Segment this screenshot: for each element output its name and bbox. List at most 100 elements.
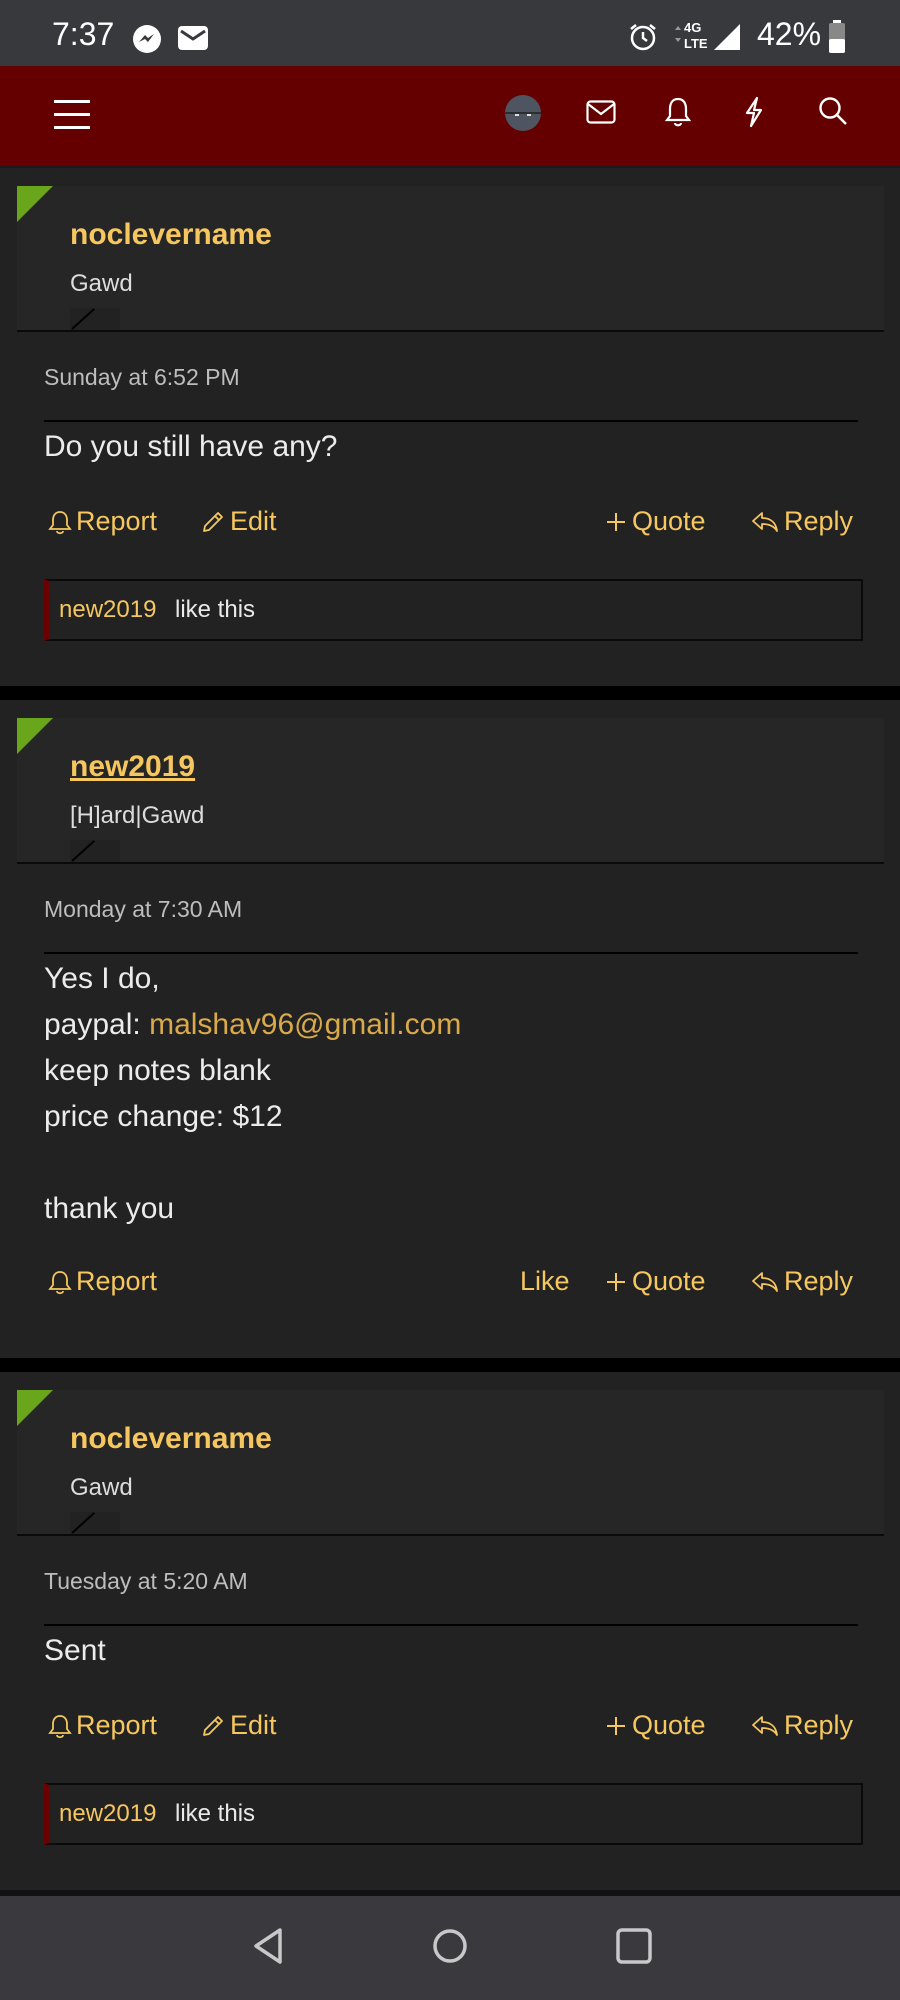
body-line: price change: $12 [44,1100,283,1133]
pencil-icon [200,1713,226,1739]
likes-user[interactable]: new2019 [59,1800,156,1828]
post: noclevername Gawd Sunday at 6:52 PM Do y… [0,168,900,686]
body-blank-line [44,1140,461,1186]
online-corner [17,1390,53,1426]
strip-arrow [70,308,120,330]
post-body: Yes I do, paypal: malshav96@gmail.com ke… [44,956,461,1232]
quote-label: Quote [632,1266,706,1296]
report-label: Report [76,1266,158,1296]
reply-button[interactable]: Reply [750,1266,853,1297]
post: new2019 [H]ard|Gawd Monday at 7:30 AM Ye… [0,700,900,1358]
likes-bar: new2019 like this [44,579,863,641]
recents-icon[interactable] [614,1926,654,1966]
envelope-icon[interactable] [586,100,616,124]
app-header [0,66,900,168]
reply-icon [750,1714,780,1738]
like-label: Like [520,1266,570,1296]
user-info-strip [17,1390,884,1534]
strip-border [17,330,884,332]
battery-percent: 42% [757,16,822,52]
status-bar: 7:37 4G LTE 42% [0,0,900,66]
post-separator [0,1358,900,1372]
body-line: Yes I do, [44,962,160,995]
mail-icon [178,26,208,50]
hamburger-icon[interactable] [52,98,92,132]
body-line: thank you [44,1192,175,1225]
email-link[interactable]: malshav96@gmail.com [149,1008,461,1041]
strip-arrow [70,840,120,862]
home-icon[interactable] [430,1926,470,1966]
strip-arrow [70,1512,120,1534]
post-body: Do you still have any? [44,430,338,463]
battery-icon [828,20,846,54]
bell-icon [48,1713,72,1739]
post: noclevername Gawd Tuesday at 5:20 AM Sen… [0,1372,900,1890]
user-info-strip [17,186,884,330]
strip-border [17,862,884,864]
lightning-icon[interactable] [742,96,766,128]
edit-button[interactable]: Edit [200,506,277,537]
alarm-icon [628,22,658,52]
edit-button[interactable]: Edit [200,1710,277,1741]
reply-icon [750,1270,780,1294]
quote-button[interactable]: Quote [604,506,706,537]
quote-label: Quote [632,1710,706,1740]
status-time: 7:37 [52,16,115,52]
likes-text: like this [175,1800,256,1827]
svg-text:LTE: LTE [684,36,708,51]
post-divider [44,1624,858,1626]
edit-label: Edit [230,506,277,536]
report-button[interactable]: Report [48,506,157,537]
bell-icon [48,1269,72,1295]
reply-label: Reply [784,1266,854,1296]
network-type-icon: 4G LTE [670,18,710,52]
strip-border [17,1534,884,1536]
quote-button[interactable]: Quote [604,1266,706,1297]
svg-text:4G: 4G [684,20,701,35]
user-title: [H]ard|Gawd [70,802,205,829]
like-button[interactable]: Like [520,1266,570,1297]
post-date[interactable]: Tuesday at 5:20 AM [44,1568,248,1595]
report-label: Report [76,1710,158,1740]
plus-icon [604,1270,628,1294]
post-username[interactable]: new2019 [70,750,195,784]
post-date[interactable]: Sunday at 6:52 PM [44,364,240,391]
user-title: Gawd [70,270,133,297]
online-corner [17,718,53,754]
post-username[interactable]: noclevername [70,218,272,252]
search-icon[interactable] [818,96,848,126]
pencil-icon [200,509,226,535]
user-info-strip [17,718,884,862]
body-line: keep notes blank [44,1054,271,1087]
likes-user[interactable]: new2019 [59,596,156,624]
quote-button[interactable]: Quote [604,1710,706,1741]
post-divider [44,952,858,954]
body-line: paypal: malshav96@gmail.com [44,1002,461,1048]
report-button[interactable]: Report [48,1266,157,1297]
post-date[interactable]: Monday at 7:30 AM [44,896,242,923]
reply-button[interactable]: Reply [750,506,853,537]
avatar[interactable] [504,94,542,132]
report-button[interactable]: Report [48,1710,157,1741]
user-title: Gawd [70,1474,133,1501]
post-separator [0,686,900,700]
reply-icon [750,510,780,534]
messenger-icon [132,24,162,54]
reply-label: Reply [784,1710,854,1740]
likes-text: like this [175,596,256,623]
reply-label: Reply [784,506,854,536]
post-divider [44,420,858,422]
quote-label: Quote [632,506,706,536]
bell-icon[interactable] [664,96,692,128]
online-corner [17,186,53,222]
post-username[interactable]: noclevername [70,1422,272,1456]
edit-label: Edit [230,1710,277,1740]
plus-icon [604,1714,628,1738]
signal-icon [712,22,742,52]
likes-bar: new2019 like this [44,1783,863,1845]
post-body: Sent [44,1634,106,1667]
back-icon[interactable] [250,1926,286,1966]
system-nav-bar [0,1896,900,2000]
paypal-label: paypal: [44,1008,150,1041]
reply-button[interactable]: Reply [750,1710,853,1741]
